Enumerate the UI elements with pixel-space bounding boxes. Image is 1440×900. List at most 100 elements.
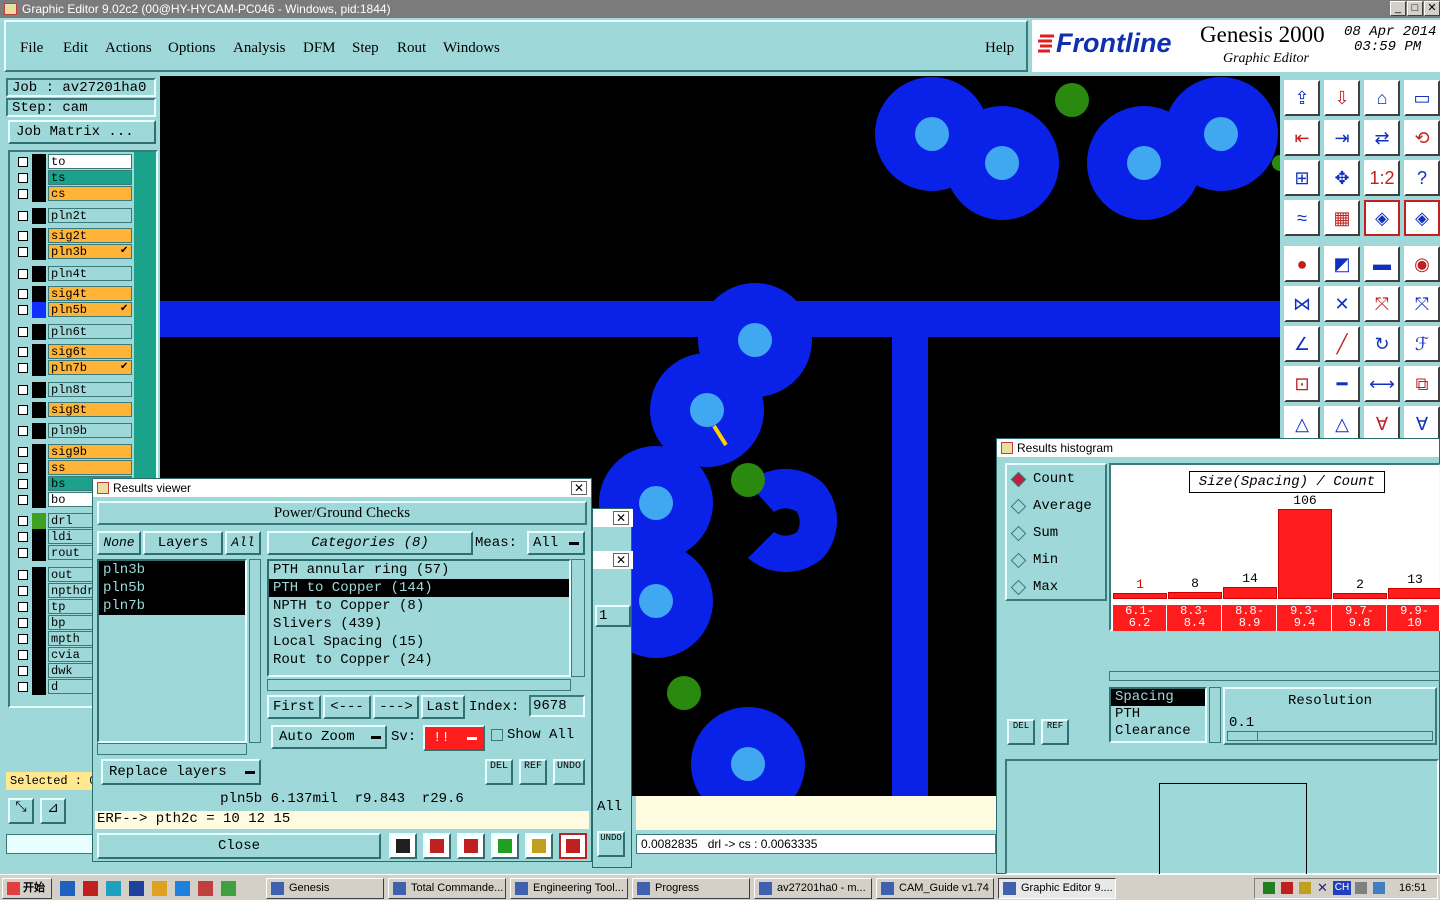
layer-color-swatch[interactable] <box>32 460 46 476</box>
layer-row-cs[interactable]: cs <box>14 186 134 202</box>
menu-rout[interactable]: Rout <box>397 40 426 57</box>
layer-checkbox[interactable] <box>18 231 28 241</box>
attribute-item[interactable]: PTH <box>1111 706 1205 723</box>
layer-checkbox[interactable] <box>18 618 28 628</box>
histogram-del-button[interactable]: DEL <box>1007 719 1035 745</box>
angle-icon[interactable]: ∠ <box>1284 326 1320 362</box>
layer-checkbox[interactable] <box>18 666 28 676</box>
home-icon[interactable]: ⌂ <box>1364 80 1400 116</box>
layer-color-swatch[interactable] <box>32 529 46 545</box>
zoom-fit-tool-icon[interactable]: ⤡ <box>8 798 34 824</box>
layer-color-swatch[interactable] <box>32 631 46 647</box>
taskbar-item[interactable]: Progress <box>632 878 750 899</box>
layer-checkbox[interactable] <box>18 189 28 199</box>
layer-checkbox[interactable] <box>18 463 28 473</box>
histogram-bar[interactable] <box>1333 593 1387 599</box>
no-ref-icon[interactable] <box>457 833 485 859</box>
layer-row-pln9b[interactable]: pln9b <box>14 423 134 439</box>
layer-name[interactable]: pln9b <box>48 423 132 438</box>
zoom-fit-icon[interactable]: ⊞ <box>1284 160 1320 196</box>
command-input[interactable] <box>6 834 94 854</box>
layer-checkbox[interactable] <box>18 570 28 580</box>
result-layer-item[interactable]: pln5b <box>99 579 245 597</box>
swap-icon[interactable]: ⇄ <box>1364 120 1400 156</box>
layer-stack-icon[interactable]: ◈ <box>1364 200 1400 236</box>
close-button[interactable]: Close <box>97 833 381 859</box>
layer-color-swatch[interactable] <box>32 615 46 631</box>
resolution-slider[interactable] <box>1227 731 1433 741</box>
pen-tray-icon[interactable] <box>1299 882 1311 894</box>
delete-x-icon[interactable]: ✕ <box>1324 286 1360 322</box>
menu-actions[interactable]: Actions <box>105 40 152 57</box>
layer-checkbox[interactable] <box>18 211 28 221</box>
layer-checkbox[interactable] <box>18 269 28 279</box>
layer-checkbox[interactable] <box>18 173 28 183</box>
layer-name[interactable]: pln6t <box>48 324 132 339</box>
layer-checkbox[interactable] <box>18 682 28 692</box>
layer-color-swatch[interactable] <box>32 228 46 244</box>
layer-name[interactable]: pln2t <box>48 208 132 223</box>
dimension-icon[interactable]: ⟷ <box>1364 366 1400 402</box>
layer-color-swatch[interactable] <box>32 583 46 599</box>
quick-launch-icon[interactable] <box>60 881 75 896</box>
histogram-bin-label[interactable]: 9.7- 9.8 <box>1333 605 1387 631</box>
layer-checkbox[interactable] <box>18 516 28 526</box>
layer-checkbox[interactable] <box>18 495 28 505</box>
replace-layers-dropdown[interactable]: Replace layers <box>101 759 261 785</box>
line-red-icon[interactable]: ━ <box>1324 366 1360 402</box>
export-icon[interactable]: ⇪ <box>1284 80 1320 116</box>
background-dialog2-close[interactable]: ✕ <box>613 553 629 567</box>
layer-color-swatch[interactable] <box>32 647 46 663</box>
background-undo-button[interactable]: UNDO <box>597 831 625 857</box>
layer-list-vscroll[interactable] <box>249 559 261 743</box>
zoom-center-icon[interactable]: ✥ <box>1324 160 1360 196</box>
first-button[interactable]: First <box>267 695 321 719</box>
layer-checkbox[interactable] <box>18 447 28 457</box>
radio-icon[interactable] <box>1010 579 1027 596</box>
triangle-icon[interactable]: △ <box>1284 406 1320 442</box>
triangle2-icon[interactable]: △ <box>1324 406 1360 442</box>
quick-launch-icon[interactable] <box>83 881 98 896</box>
ref-button[interactable]: REF <box>519 759 547 785</box>
attribute-list-vscroll[interactable] <box>1209 687 1221 743</box>
layer-color-swatch[interactable] <box>32 492 46 508</box>
histogram-icon[interactable] <box>559 833 587 859</box>
attribute-list[interactable]: Spacing PTH Clearance <box>1109 687 1207 743</box>
layer-list-hscroll[interactable] <box>97 743 247 755</box>
layer-checkbox[interactable] <box>18 479 28 489</box>
auto-zoom-dropdown[interactable]: Auto Zoom <box>271 725 387 749</box>
shape-icon[interactable]: ◩ <box>1324 246 1360 282</box>
histogram-bar[interactable] <box>1388 587 1440 599</box>
layer-name[interactable]: to <box>48 154 132 169</box>
taskbar-item[interactable]: av27201ha0 - m... <box>754 878 872 899</box>
line-icon[interactable]: ╱ <box>1324 326 1360 362</box>
connect-icon[interactable]: ⤧ <box>1364 286 1400 322</box>
layer-checkbox[interactable] <box>18 157 28 167</box>
layer-checkbox[interactable] <box>18 305 28 315</box>
layer-row-pln7b[interactable]: pln7b ✔ <box>14 360 134 376</box>
layer-checkbox[interactable] <box>18 405 28 415</box>
histogram-bin-label[interactable]: 6.1- 6.2 <box>1113 605 1167 631</box>
layer-checkbox[interactable] <box>18 385 28 395</box>
layer-color-swatch[interactable] <box>32 423 46 439</box>
attribute-item[interactable]: Clearance <box>1111 723 1205 740</box>
menu-analysis[interactable]: Analysis <box>233 40 286 57</box>
layer-color-swatch[interactable] <box>32 476 46 492</box>
layer-row-pln6t[interactable]: pln6t <box>14 324 134 340</box>
category-list-hscroll[interactable] <box>267 679 571 691</box>
del-button[interactable]: DEL <box>485 759 513 785</box>
category-item[interactable]: Slivers (439) <box>269 615 569 633</box>
layer-color-swatch[interactable] <box>32 286 46 302</box>
layer-row-sig6t[interactable]: sig6t <box>14 344 134 360</box>
layer-color-swatch[interactable] <box>32 513 46 529</box>
notes-icon[interactable] <box>525 833 553 859</box>
result-layer-item[interactable]: pln3b <box>99 561 245 579</box>
histogram-bin-label[interactable]: 9.3- 9.4 <box>1278 605 1332 631</box>
menu-step[interactable]: Step <box>352 40 379 57</box>
histogram-bin-label[interactable]: 9.9- 10 <box>1388 605 1440 631</box>
pad-select-icon[interactable]: ● <box>1284 246 1320 282</box>
last-button[interactable]: Last <box>421 695 465 719</box>
network-icon[interactable] <box>1263 882 1275 894</box>
layer-row-sig4t[interactable]: sig4t <box>14 286 134 302</box>
point-icon[interactable]: ⊡ <box>1284 366 1320 402</box>
